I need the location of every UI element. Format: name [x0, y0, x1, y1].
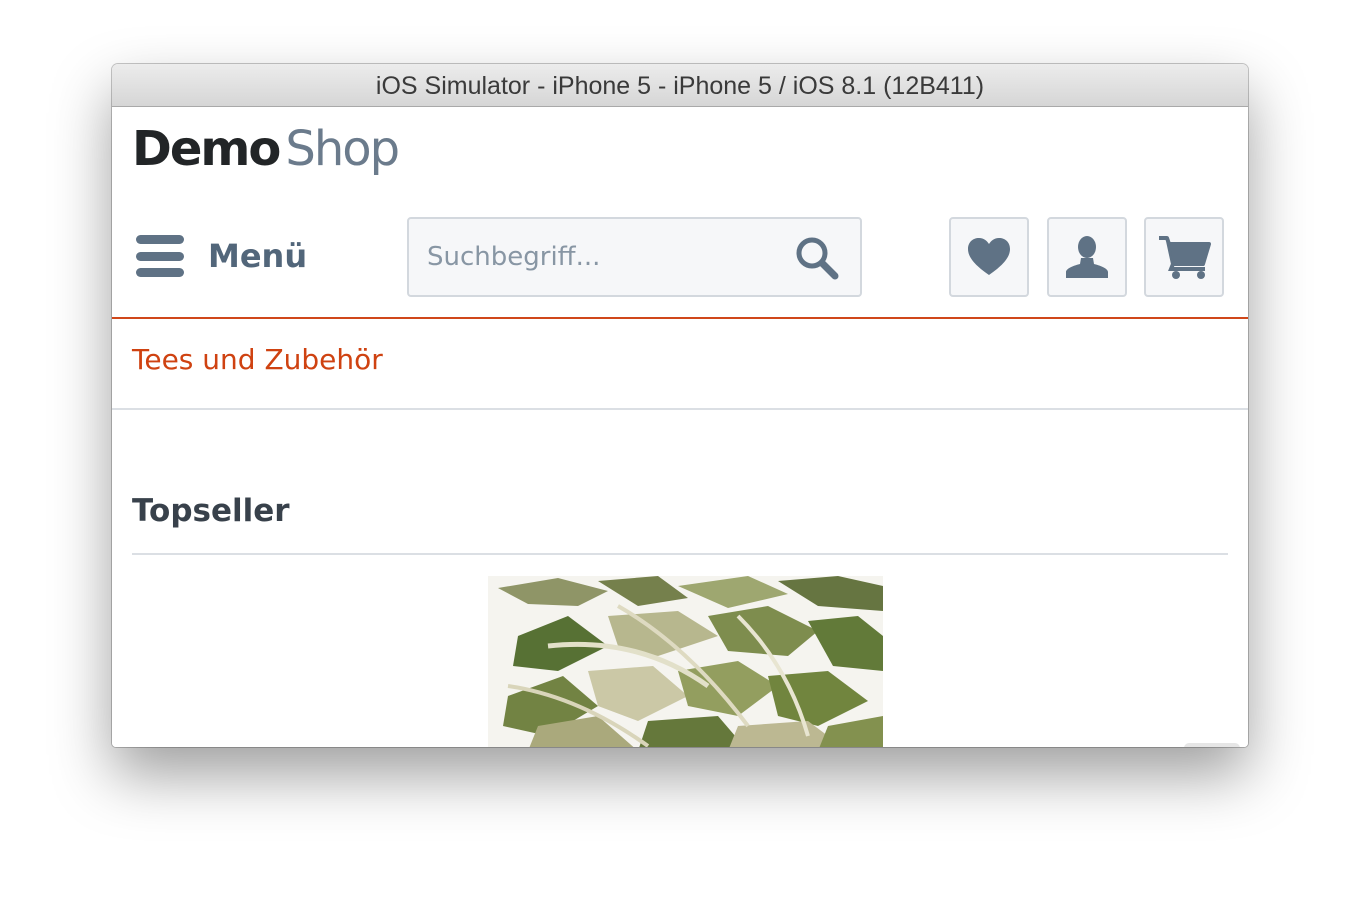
search-box: [407, 217, 862, 297]
shop-logo[interactable]: Demo Shop: [132, 121, 400, 181]
cart-button[interactable]: [1144, 217, 1224, 297]
heart-icon: [968, 238, 1010, 275]
wishlist-button[interactable]: [949, 217, 1029, 297]
logo-demo-text: Demo: [132, 121, 281, 177]
tea-leaves-image: [488, 576, 883, 747]
window-title: iOS Simulator - iPhone 5 - iPhone 5 / iO…: [112, 64, 1248, 107]
product-image[interactable]: [488, 576, 883, 747]
user-icon: [1066, 236, 1108, 278]
search-icon[interactable]: [792, 233, 840, 281]
header-divider: [112, 317, 1248, 319]
scrollbar[interactable]: [1184, 743, 1240, 747]
account-button[interactable]: [1047, 217, 1127, 297]
cart-icon: [1159, 236, 1211, 279]
logo-shop-text: Shop: [285, 121, 400, 177]
search-input[interactable]: [409, 241, 779, 273]
section-divider: [132, 553, 1228, 555]
hamburger-icon: [136, 235, 184, 277]
device-screen: Demo Shop Menü Suchbegriff... Tees und Z…: [112, 107, 1248, 747]
category-link[interactable]: Tees und Zubehör: [132, 343, 383, 376]
menu-button[interactable]: Menü: [136, 235, 307, 277]
breadcrumb-divider: [112, 408, 1248, 410]
simulator-window: iOS Simulator - iPhone 5 - iPhone 5 / iO…: [112, 64, 1248, 747]
menu-label: Menü: [208, 237, 308, 275]
section-title: Topseller: [132, 493, 290, 529]
